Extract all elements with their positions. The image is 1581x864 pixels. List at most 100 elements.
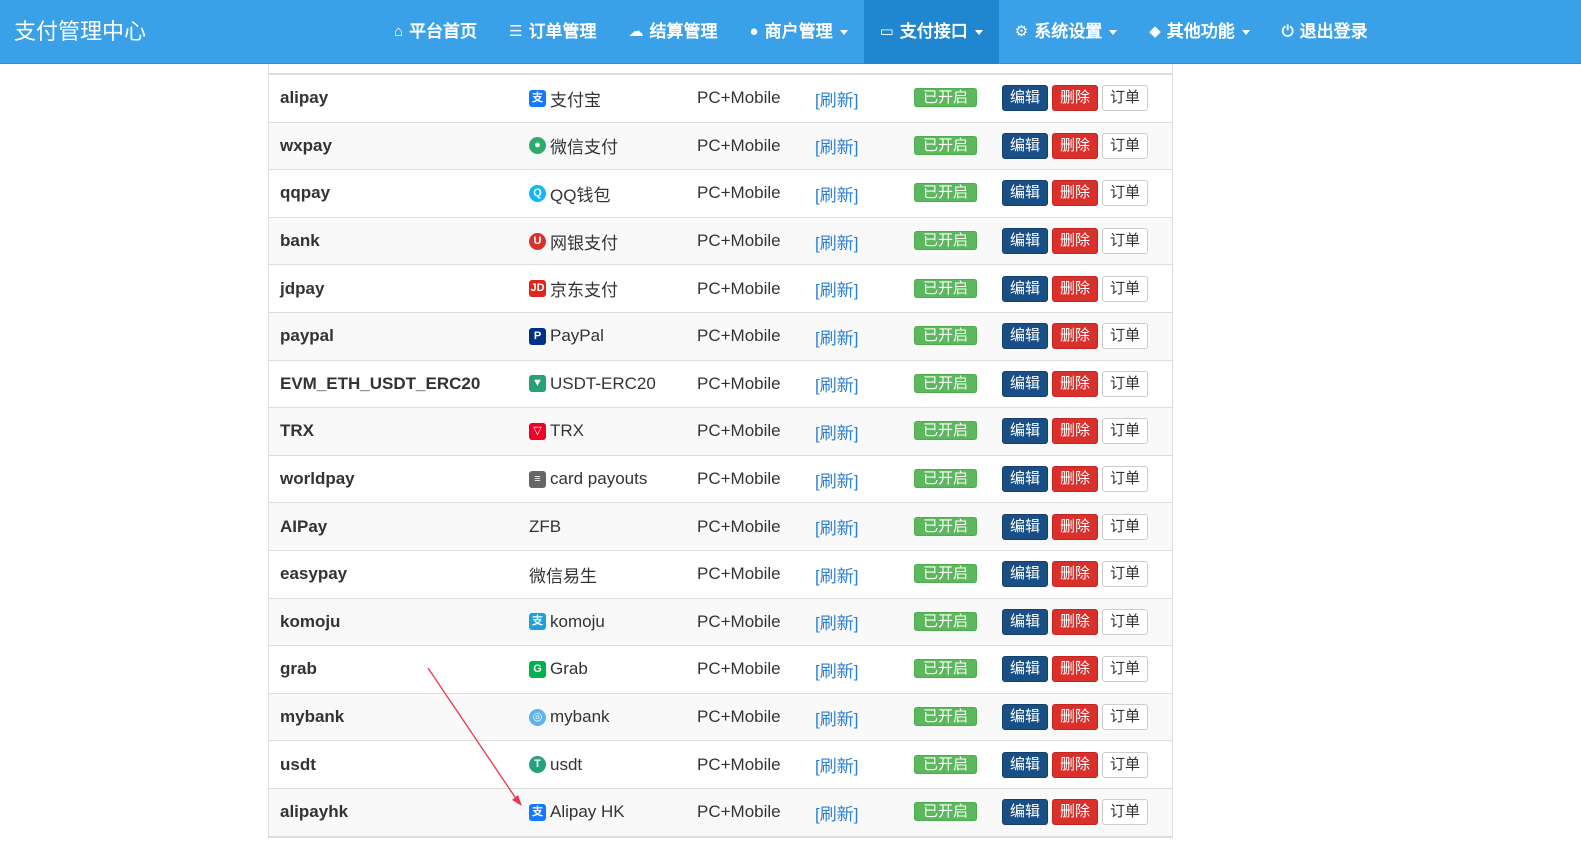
table-row: alipay 支支付宝 PC+Mobile [刷新] 已开启 编辑 删除 订单 <box>269 75 1172 123</box>
refresh-link[interactable]: [刷新] <box>815 800 858 825</box>
status-toggle-button[interactable]: 已开启 <box>914 373 978 393</box>
orders-button[interactable]: 订单 <box>1102 180 1149 207</box>
nav-item-6[interactable]: ◆ 其他功能 <box>1133 0 1266 64</box>
refresh-link[interactable]: [刷新] <box>815 562 858 587</box>
refresh-link[interactable]: [刷新] <box>815 324 858 349</box>
refresh-link[interactable]: [刷新] <box>815 371 858 396</box>
delete-button[interactable]: 删除 <box>1052 370 1099 397</box>
edit-button[interactable]: 编辑 <box>1002 228 1049 255</box>
delete-button[interactable]: 删除 <box>1052 418 1099 445</box>
device-type: PC+Mobile <box>697 135 781 155</box>
refresh-link[interactable]: [刷新] <box>815 276 858 301</box>
orders-button[interactable]: 订单 <box>1102 466 1149 493</box>
refresh-link[interactable]: [刷新] <box>815 419 858 444</box>
delete-button[interactable]: 删除 <box>1052 180 1099 207</box>
refresh-link[interactable]: [刷新] <box>815 229 858 254</box>
refresh-link[interactable]: [刷新] <box>815 86 858 111</box>
nav-item-4[interactable]: ▭ 支付接口 <box>863 0 999 64</box>
edit-button[interactable]: 编辑 <box>1002 799 1049 826</box>
refresh-link[interactable]: [刷新] <box>815 467 858 492</box>
delete-button[interactable]: 删除 <box>1052 275 1099 302</box>
status-toggle-button[interactable]: 已开启 <box>914 88 978 108</box>
refresh-link[interactable]: [刷新] <box>815 657 858 682</box>
edit-button[interactable]: 编辑 <box>1002 561 1049 588</box>
refresh-link[interactable]: [刷新] <box>815 514 858 539</box>
status-toggle-button[interactable]: 已开启 <box>914 611 978 631</box>
edit-button[interactable]: 编辑 <box>1002 275 1049 302</box>
refresh-link[interactable]: [刷新] <box>815 752 858 777</box>
status-cell: 已开启 <box>914 562 978 586</box>
delete-button[interactable]: 删除 <box>1052 656 1099 683</box>
orders-button[interactable]: 订单 <box>1102 275 1149 302</box>
nav-item-2[interactable]: ☁ 结算管理 <box>613 0 734 64</box>
orders-button[interactable]: 订单 <box>1102 418 1149 445</box>
status-toggle-button[interactable]: 已开启 <box>914 659 978 679</box>
refresh-link[interactable]: [刷新] <box>815 609 858 634</box>
delete-button[interactable]: 删除 <box>1052 85 1099 112</box>
delete-button[interactable]: 删除 <box>1052 561 1099 588</box>
orders-button[interactable]: 订单 <box>1102 704 1149 731</box>
delete-button[interactable]: 删除 <box>1052 132 1099 159</box>
action-buttons: 编辑 删除 订单 <box>1002 466 1149 493</box>
nav-item-5[interactable]: ⚙ 系统设置 <box>999 0 1133 64</box>
orders-button[interactable]: 订单 <box>1102 608 1149 635</box>
status-toggle-button[interactable]: 已开启 <box>914 421 978 441</box>
status-toggle-button[interactable]: 已开启 <box>914 278 978 298</box>
edit-button[interactable]: 编辑 <box>1002 608 1049 635</box>
channel-name-label: 网银支付 <box>550 233 618 253</box>
channel-name-label: QQ钱包 <box>550 185 611 205</box>
edit-button[interactable]: 编辑 <box>1002 418 1049 445</box>
delete-button[interactable]: 删除 <box>1052 799 1099 826</box>
status-toggle-button[interactable]: 已开启 <box>914 231 978 251</box>
nav-item-1[interactable]: ☰ 订单管理 <box>493 0 612 64</box>
edit-button[interactable]: 编辑 <box>1002 513 1049 540</box>
orders-button[interactable]: 订单 <box>1102 513 1149 540</box>
orders-button[interactable]: 订单 <box>1102 132 1149 159</box>
channel-code: bank <box>280 231 320 251</box>
edit-button[interactable]: 编辑 <box>1002 751 1049 778</box>
orders-button[interactable]: 订单 <box>1102 85 1149 112</box>
refresh-link[interactable]: [刷新] <box>815 705 858 730</box>
delete-button[interactable]: 删除 <box>1052 513 1099 540</box>
delete-button[interactable]: 删除 <box>1052 608 1099 635</box>
delete-button[interactable]: 删除 <box>1052 704 1099 731</box>
delete-button[interactable]: 删除 <box>1052 751 1099 778</box>
refresh-link[interactable]: [刷新] <box>815 133 858 158</box>
brand-title[interactable]: 支付管理中心 <box>14 0 146 64</box>
edit-button[interactable]: 编辑 <box>1002 656 1049 683</box>
status-toggle-button[interactable]: 已开启 <box>914 754 978 774</box>
edit-button[interactable]: 编辑 <box>1002 180 1049 207</box>
delete-button[interactable]: 删除 <box>1052 466 1099 493</box>
orders-button[interactable]: 订单 <box>1102 751 1149 778</box>
status-toggle-button[interactable]: 已开启 <box>914 516 978 536</box>
status-toggle-button[interactable]: 已开启 <box>914 135 978 155</box>
edit-button[interactable]: 编辑 <box>1002 85 1049 112</box>
orders-button[interactable]: 订单 <box>1102 799 1149 826</box>
delete-button[interactable]: 删除 <box>1052 228 1099 255</box>
status-toggle-button[interactable]: 已开启 <box>914 707 978 727</box>
status-toggle-button[interactable]: 已开启 <box>914 802 978 822</box>
orders-button[interactable]: 订单 <box>1102 370 1149 397</box>
nav-item-0[interactable]: ⌂ 平台首页 <box>378 0 493 64</box>
nav-item-3[interactable]: ● 商户管理 <box>734 0 864 64</box>
user-icon: ● <box>749 23 759 40</box>
refresh-link[interactable]: [刷新] <box>815 181 858 206</box>
orders-button[interactable]: 订单 <box>1102 323 1149 350</box>
edit-button[interactable]: 编辑 <box>1002 704 1049 731</box>
status-toggle-button[interactable]: 已开启 <box>914 326 978 346</box>
edit-button[interactable]: 编辑 <box>1002 323 1049 350</box>
orders-button[interactable]: 订单 <box>1102 656 1149 683</box>
status-toggle-button[interactable]: 已开启 <box>914 183 978 203</box>
status-toggle-button[interactable]: 已开启 <box>914 564 978 584</box>
edit-button[interactable]: 编辑 <box>1002 466 1049 493</box>
orders-button[interactable]: 订单 <box>1102 561 1149 588</box>
status-cell: 已开启 <box>914 229 978 253</box>
edit-button[interactable]: 编辑 <box>1002 132 1049 159</box>
channel-code: alipayhk <box>280 802 349 822</box>
device-type: PC+Mobile <box>697 754 781 774</box>
nav-item-7[interactable]: ⏻ 退出登录 <box>1266 0 1384 64</box>
edit-button[interactable]: 编辑 <box>1002 370 1049 397</box>
status-toggle-button[interactable]: 已开启 <box>914 469 978 489</box>
orders-button[interactable]: 订单 <box>1102 228 1149 255</box>
delete-button[interactable]: 删除 <box>1052 323 1099 350</box>
